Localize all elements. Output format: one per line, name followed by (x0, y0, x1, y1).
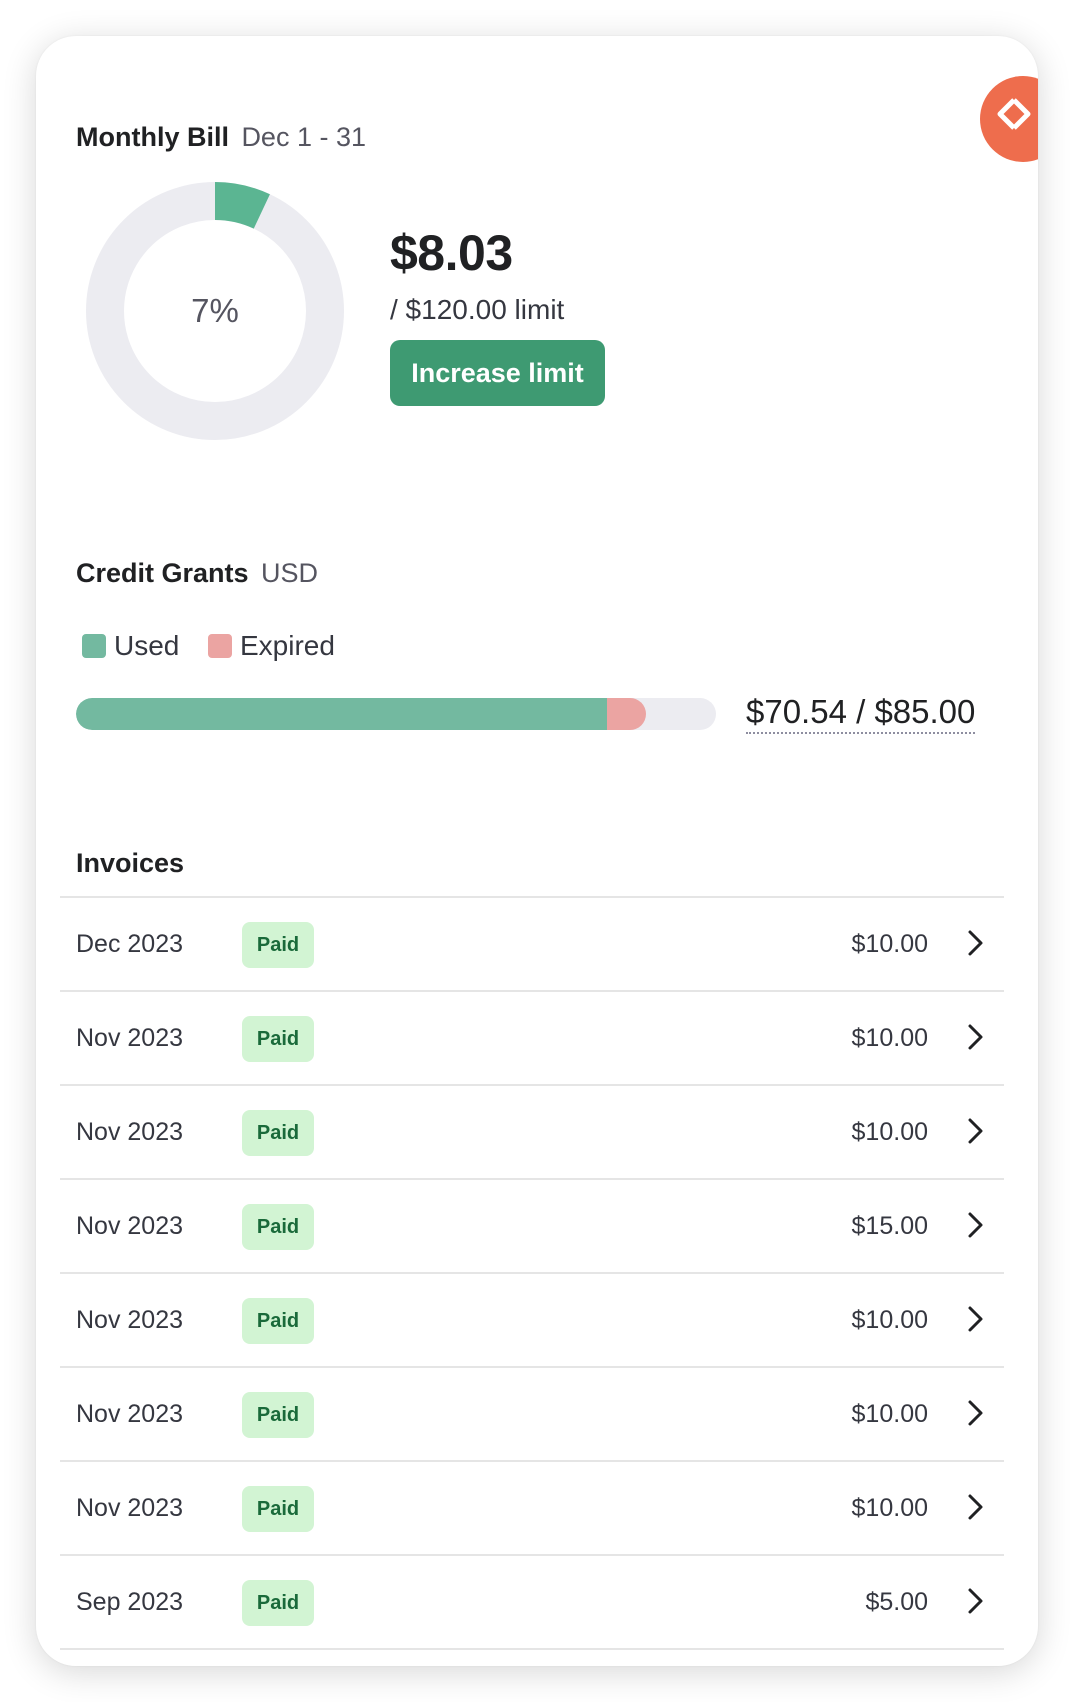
credit-grants-title: Credit Grants (76, 558, 249, 588)
paid-status-badge: Paid (242, 1486, 314, 1532)
invoice-row[interactable]: Dec 2023 Paid $10.00 (60, 898, 1004, 992)
invoice-date: Nov 2023 (76, 1118, 184, 1146)
invoice-row[interactable]: Nov 2023 Paid $10.00 (60, 1274, 1004, 1368)
paid-status-badge: Paid (242, 1392, 314, 1438)
invoices-title: Invoices (76, 848, 185, 878)
invoice-amount: $10.00 (851, 1024, 928, 1052)
invoice-amount: $10.00 (851, 930, 928, 958)
invoice-amount: $10.00 (851, 1306, 928, 1334)
credit-progress-bar (76, 698, 716, 730)
paid-status-badge: Paid (242, 1204, 314, 1250)
chevron-right-icon[interactable] (960, 928, 990, 958)
invoice-row[interactable]: Nov 2023 Paid $10.00 (60, 1086, 1004, 1180)
invoice-row[interactable]: Nov 2023 Paid $10.00 (60, 1462, 1004, 1556)
bill-limit: / $120.00 limit (390, 294, 565, 325)
diamond-arrows-icon[interactable] (980, 76, 1038, 162)
legend-used: Used (82, 630, 179, 662)
invoice-row[interactable]: Nov 2023 Paid $10.00 (60, 1368, 1004, 1462)
credit-grants-currency: USD (261, 558, 319, 588)
chevron-right-icon[interactable] (960, 1210, 990, 1240)
increase-limit-button[interactable]: Increase limit (390, 340, 605, 406)
invoice-date: Nov 2023 (76, 1212, 184, 1240)
chevron-right-icon[interactable] (960, 1304, 990, 1334)
invoice-date: Dec 2023 (76, 930, 184, 958)
invoice-date: Nov 2023 (76, 1400, 184, 1428)
invoice-date: Nov 2023 (76, 1024, 184, 1052)
legend-expired-label: Expired (240, 630, 335, 661)
monthly-bill-period: Dec 1 - 31 (241, 122, 366, 152)
legend-used-swatch (82, 634, 106, 658)
invoice-amount: $15.00 (851, 1212, 928, 1240)
chevron-right-icon[interactable] (960, 1022, 990, 1052)
paid-status-badge: Paid (242, 1016, 314, 1062)
invoice-date: Nov 2023 (76, 1306, 184, 1334)
paid-status-badge: Paid (242, 1580, 314, 1626)
invoice-list: Dec 2023 Paid $10.00 Nov 2023 Paid $10.0… (60, 896, 1004, 1650)
paid-status-badge: Paid (242, 1110, 314, 1156)
invoice-row[interactable]: Nov 2023 Paid $10.00 (60, 992, 1004, 1086)
chevron-right-icon[interactable] (960, 1398, 990, 1428)
invoice-amount: $5.00 (865, 1588, 928, 1616)
invoice-date: Nov 2023 (76, 1494, 184, 1522)
legend-used-label: Used (114, 630, 180, 661)
donut-percent-label: 7% (191, 292, 239, 329)
bill-amount: $8.03 (390, 225, 513, 281)
usage-donut-chart: 7% (86, 182, 344, 440)
monthly-bill-title: Monthly Bill (76, 122, 229, 152)
billing-card: Monthly Bill Dec 1 - 31 7% $8.03 / $120.… (36, 36, 1038, 1666)
paid-status-badge: Paid (242, 1298, 314, 1344)
chevron-right-icon[interactable] (960, 1116, 990, 1146)
invoice-amount: $10.00 (851, 1118, 928, 1146)
paid-status-badge: Paid (242, 922, 314, 968)
invoice-row[interactable]: Sep 2023 Paid $5.00 (60, 1556, 1004, 1650)
invoice-row[interactable]: Nov 2023 Paid $15.00 (60, 1180, 1004, 1274)
invoice-amount: $10.00 (851, 1494, 928, 1522)
monthly-bill-header: Monthly Bill Dec 1 - 31 (76, 122, 366, 153)
credit-expired-segment (607, 698, 646, 730)
credit-grants-header: Credit Grants USD (76, 558, 318, 589)
legend-expired-swatch (208, 634, 232, 658)
chevron-right-icon[interactable] (960, 1586, 990, 1616)
chevron-right-icon[interactable] (960, 1492, 990, 1522)
credit-used-segment (76, 698, 608, 730)
legend-expired: Expired (208, 630, 335, 662)
invoice-amount: $10.00 (851, 1400, 928, 1428)
invoice-date: Sep 2023 (76, 1588, 184, 1616)
credit-grants-total[interactable]: $70.54 / $85.00 (746, 692, 976, 734)
